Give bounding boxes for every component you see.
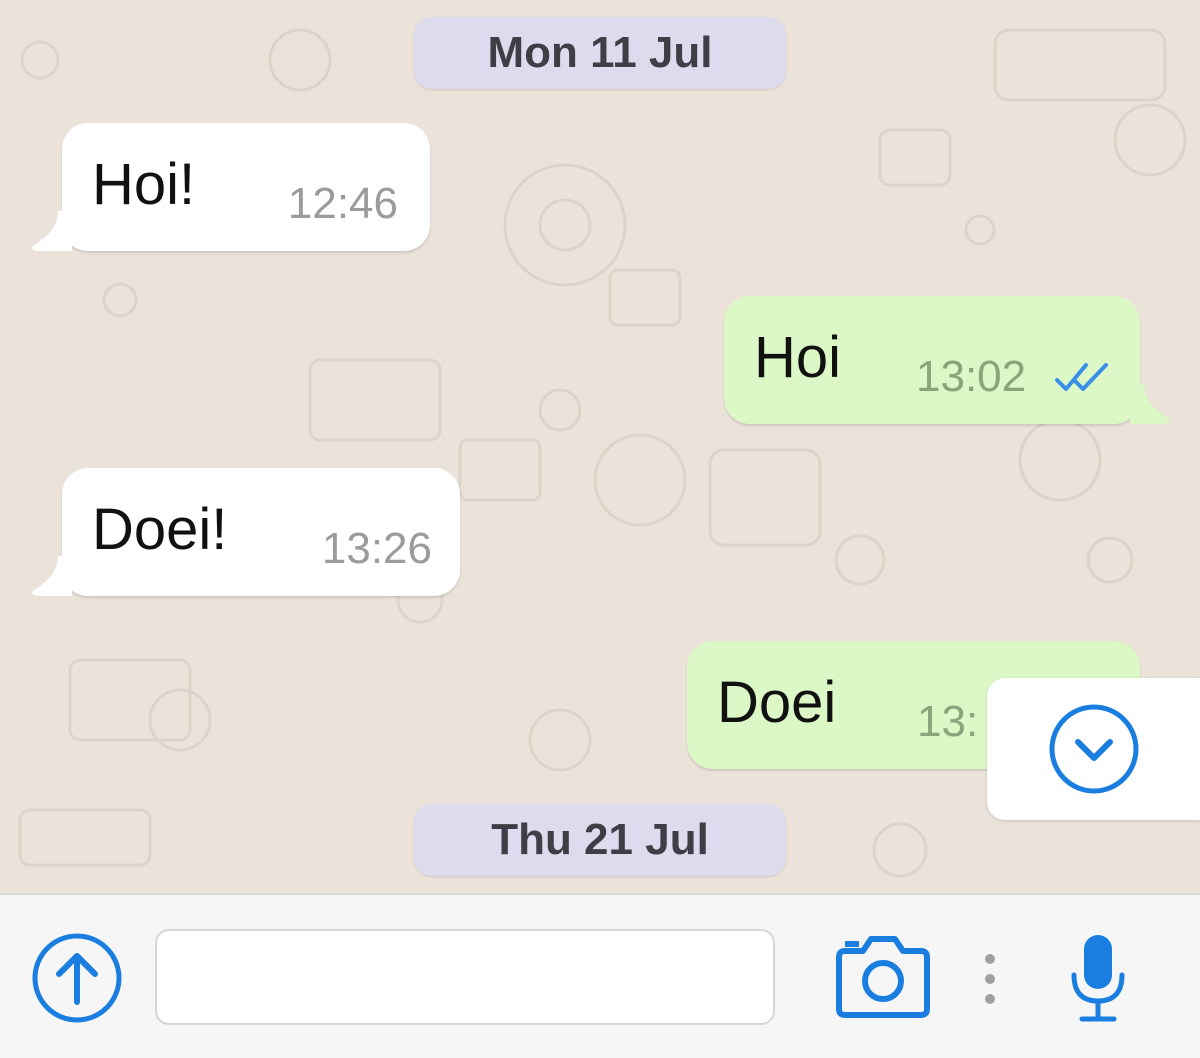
message-text: Doei! — [92, 497, 228, 562]
bubble-tail-icon — [32, 211, 72, 251]
vertical-dots-icon — [985, 954, 995, 1004]
chevron-down-icon — [1049, 704, 1138, 794]
message-composer-bar — [0, 893, 1200, 1058]
chat-area[interactable]: Mon 11 Jul Hoi! 12:46 Hoi 13:02 Doei! 13… — [0, 0, 1200, 893]
bubble-tail-icon — [32, 556, 72, 596]
message-text: Hoi — [754, 325, 842, 390]
message-time: 13:26 — [321, 524, 432, 573]
message-bubble-incoming[interactable]: Hoi! 12:46 — [32, 123, 430, 251]
message-time: 13: — [917, 697, 979, 746]
message-text: Hoi! — [92, 152, 196, 217]
more-options-button[interactable] — [980, 951, 1000, 1007]
voice-record-button[interactable] — [1066, 931, 1130, 1027]
date-separator: Thu 21 Jul — [414, 804, 786, 876]
message-bubble-incoming[interactable]: Doei! 13:26 — [32, 468, 460, 596]
date-separator: Mon 11 Jul — [414, 17, 786, 89]
message-time: 13:02 — [916, 352, 1027, 401]
message-text: Doei — [717, 670, 837, 735]
message-time: 12:46 — [287, 179, 398, 228]
message-input[interactable] — [155, 929, 775, 1025]
camera-button[interactable] — [833, 935, 933, 1019]
read-ticks-icon — [1055, 363, 1108, 391]
upload-arrow-icon — [32, 933, 122, 1023]
scroll-to-bottom-button[interactable] — [987, 678, 1200, 820]
camera-icon — [836, 936, 930, 1018]
message-bubble-outgoing[interactable]: Hoi 13:02 — [724, 296, 1170, 424]
bubble-tail-icon — [1130, 384, 1170, 424]
attach-button[interactable] — [31, 932, 123, 1024]
microphone-icon — [1071, 935, 1125, 1022]
